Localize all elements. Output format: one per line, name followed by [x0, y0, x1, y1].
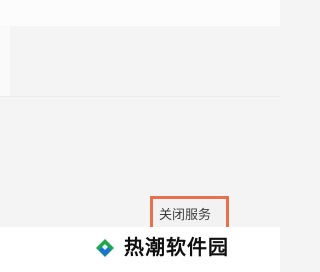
- diamond-logo-icon: [96, 239, 114, 257]
- close-service-label: 关闭服务: [159, 208, 212, 223]
- dialog-header-area: [0, 0, 280, 26]
- dialog-side-area: [0, 26, 10, 96]
- divider-line: [0, 96, 280, 97]
- watermark-text: 热潮软件园: [124, 235, 229, 259]
